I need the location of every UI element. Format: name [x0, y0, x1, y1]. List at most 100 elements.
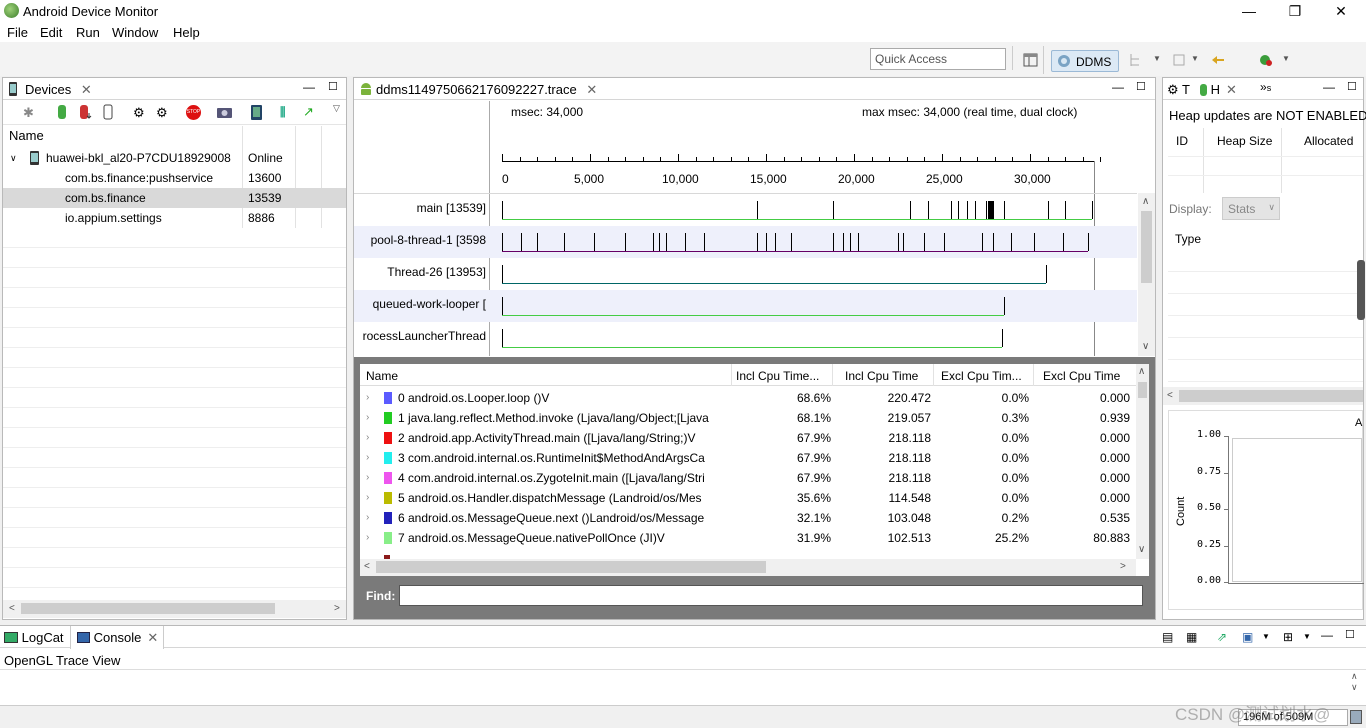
chevron-down-icon[interactable]: ▼	[1282, 54, 1290, 63]
maximize-button[interactable]: ❐	[1272, 0, 1318, 22]
thread-activity-mark[interactable]	[563, 233, 565, 251]
back-arrow-icon[interactable]	[1210, 52, 1226, 68]
profile-row[interactable]: › 6 android.os.MessageQueue.next ()Landro…	[360, 508, 1136, 528]
dump-view-hierarchy-icon[interactable]	[249, 104, 264, 121]
col-name[interactable]: Name	[366, 369, 398, 383]
debug-process-icon[interactable]: ✱	[23, 105, 37, 120]
systrace-icon[interactable]: ⫼	[280, 105, 286, 120]
thread-activity-mark[interactable]	[843, 233, 845, 251]
side-handle[interactable]	[1357, 260, 1365, 320]
thread-activity-mark[interactable]	[766, 233, 767, 251]
thread-activity-mark[interactable]	[910, 201, 912, 219]
scroll-down-icon[interactable]: ∨	[1138, 544, 1145, 555]
maximize-view-icon[interactable]: ☐	[1136, 80, 1146, 93]
thread-activity-mark[interactable]	[982, 233, 984, 251]
quick-access-input[interactable]: Quick Access	[870, 48, 1006, 70]
scroll-up-icon[interactable]: ∧	[1142, 196, 1149, 207]
thread-activity-mark[interactable]	[1063, 233, 1065, 251]
chevron-down-icon[interactable]: ∨	[10, 148, 17, 168]
chevron-down-icon[interactable]: ▼	[1153, 54, 1161, 63]
thread-activity-mark[interactable]	[1003, 201, 1005, 219]
thread-activity-mark[interactable]	[521, 233, 523, 251]
thread-activity-mark[interactable]	[832, 201, 834, 219]
thread-activity-mark[interactable]	[502, 201, 504, 219]
start-opengl-trace-icon[interactable]: ↗	[303, 104, 314, 120]
tab-heap[interactable]: H ✕	[1200, 82, 1237, 98]
thread-label[interactable]: ] queued-work-looper	[354, 297, 486, 311]
trace-icon[interactable]	[1172, 52, 1188, 68]
menu-help[interactable]: Help	[173, 25, 200, 40]
scroll-up-icon[interactable]: ∧	[1351, 671, 1358, 682]
scroll-right-icon[interactable]: >	[1120, 561, 1126, 572]
thread-activity-mark[interactable]	[1003, 297, 1005, 315]
minimize-view-icon[interactable]: —	[1323, 80, 1335, 94]
update-heap-icon[interactable]	[55, 104, 69, 120]
thread-activity-mark[interactable]	[975, 201, 977, 219]
ddms-perspective-button[interactable]: DDMS	[1051, 50, 1119, 72]
cause-gc-icon[interactable]	[101, 104, 115, 120]
thread-activity-mark[interactable]	[966, 201, 968, 219]
open-perspective-icon[interactable]	[1023, 52, 1039, 68]
thread-activity-mark[interactable]	[943, 233, 945, 251]
chevron-down-icon[interactable]: ▼	[1303, 632, 1311, 641]
thread-activity-mark[interactable]	[1001, 329, 1003, 347]
thread-activity-mark[interactable]	[1065, 201, 1067, 219]
device-row[interactable]: ∨ huawei-bkl_al20-P7CDU18929008 Online	[3, 148, 346, 168]
dump-hprof-icon[interactable]	[78, 104, 92, 120]
process-row[interactable]: io.appium.settings 8886	[3, 208, 346, 228]
scroll-lock-icon[interactable]: ▦	[1186, 630, 1197, 644]
thread-activity-mark[interactable]	[1033, 233, 1035, 251]
maximize-view-icon[interactable]: ☐	[1345, 628, 1355, 641]
thread-activity-mark[interactable]	[924, 233, 926, 251]
thread-activity-mark[interactable]	[832, 233, 834, 251]
menu-file[interactable]: File	[7, 25, 28, 40]
screen-capture-icon[interactable]	[216, 105, 233, 119]
more-tabs-icon[interactable]: »s	[1260, 80, 1271, 94]
thread-activity-mark[interactable]	[625, 233, 627, 251]
menu-window[interactable]: Window	[112, 25, 158, 40]
thread-activity-mark[interactable]	[1091, 201, 1093, 219]
heap-horizontal-scrollbar[interactable]: <	[1163, 387, 1363, 405]
profile-row[interactable]: › 2 android.app.ActivityThread.main ([Lja…	[360, 428, 1136, 448]
thread-activity-mark[interactable]	[502, 265, 504, 283]
chevron-down-icon[interactable]: ▼	[1262, 632, 1270, 641]
display-select[interactable]: Stats ∨	[1222, 197, 1280, 220]
thread-activity-mark[interactable]	[1045, 265, 1047, 283]
thread-label[interactable]: [13953] Thread-26	[354, 265, 486, 279]
timeline-vertical-scrollbar[interactable]: ∧ ∨	[1138, 193, 1155, 356]
thread-activity-mark[interactable]	[502, 329, 504, 347]
thread-activity-mark[interactable]	[957, 201, 959, 219]
scroll-left-icon[interactable]: <	[1167, 390, 1173, 401]
pin-console-icon[interactable]: ⇗	[1217, 630, 1227, 644]
process-row[interactable]: com.bs.finance:pushservice 13600	[3, 168, 346, 188]
thread-activity-mark[interactable]	[593, 233, 595, 251]
thread-label[interactable]: rocessLauncherThread	[354, 329, 486, 343]
thread-activity-mark[interactable]	[757, 201, 759, 219]
thread-activity-mark[interactable]	[502, 297, 504, 315]
menu-edit[interactable]: Edit	[40, 25, 62, 40]
column-header-name[interactable]: Name	[9, 128, 44, 143]
display-console-icon[interactable]: ▣	[1242, 630, 1253, 644]
col-type[interactable]: Type	[1175, 232, 1201, 246]
trash-icon[interactable]	[1350, 710, 1362, 724]
tab-trace[interactable]: ddms1149750662176092227.trace ✕	[354, 78, 597, 100]
thread-activity-mark[interactable]	[685, 233, 687, 251]
open-console-icon[interactable]: ⊞	[1283, 630, 1293, 644]
thread-activity-mark[interactable]	[927, 201, 929, 219]
scrollbar-thumb[interactable]	[1179, 390, 1363, 402]
profile-row[interactable]: › 3 com.android.internal.os.RuntimeInit$M…	[360, 448, 1136, 468]
scrollbar-thumb[interactable]	[376, 561, 766, 573]
thread-activity-mark[interactable]	[537, 233, 539, 251]
thread-activity-mark[interactable]	[898, 233, 899, 251]
close-tab-icon[interactable]: ✕	[147, 630, 158, 645]
profile-row[interactable]: › 0 android.os.Looper.loop ()V 68.6% 220.47…	[360, 388, 1136, 408]
thread-activity-mark[interactable]	[993, 233, 995, 251]
scroll-left-icon[interactable]: <	[9, 603, 15, 614]
thread-label[interactable]: 3598] pool-8-thread-1	[354, 233, 486, 247]
scroll-down-icon[interactable]: ∨	[1351, 682, 1358, 693]
thread-activity-mark[interactable]	[704, 233, 706, 251]
scroll-right-icon[interactable]: >	[334, 603, 340, 614]
maximize-view-icon[interactable]: ☐	[1347, 80, 1357, 93]
scrollbar-thumb[interactable]	[1141, 211, 1152, 283]
tab-console[interactable]: Console ✕	[70, 626, 164, 649]
